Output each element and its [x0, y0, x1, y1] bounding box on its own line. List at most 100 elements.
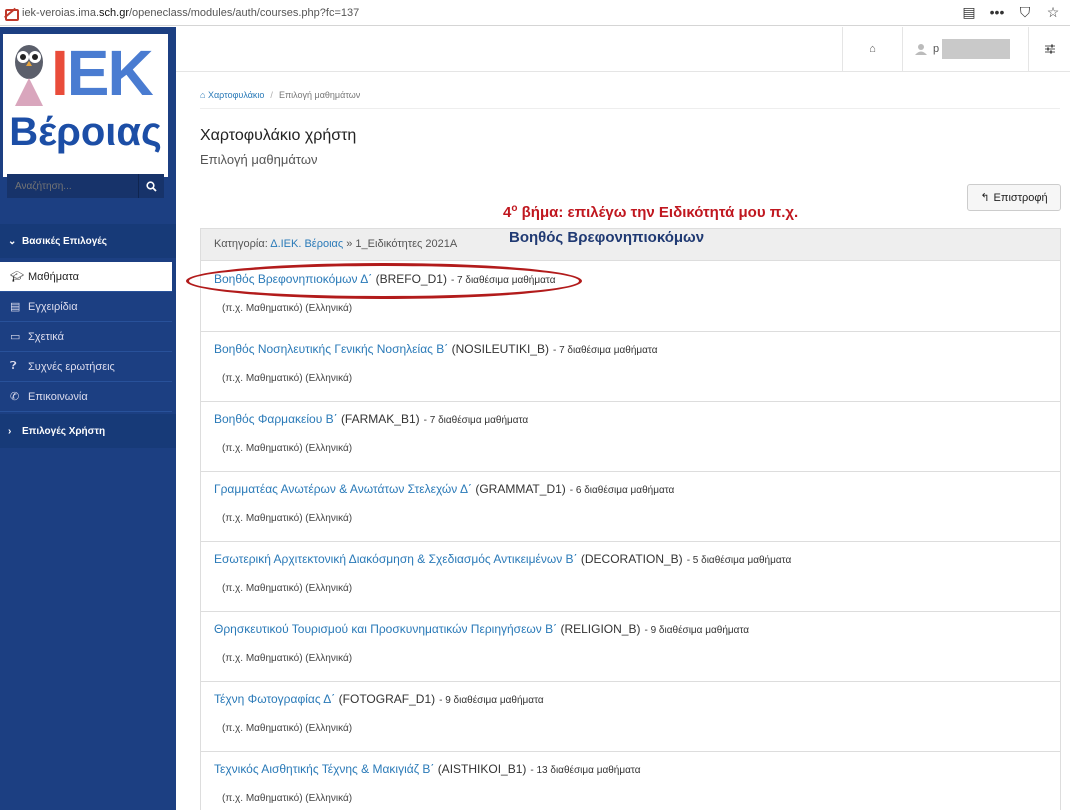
settings-button[interactable]: [1028, 27, 1070, 71]
logo-wordmark: IEK: [51, 37, 154, 109]
url-text[interactable]: iek-veroias.ima.sch.gr/openeclass/module…: [22, 7, 359, 19]
course-count: - 7 διαθέσιμα μαθήματα: [423, 415, 529, 426]
course-row: Εσωτερική Αρχιτεκτονική Διακόσμηση & Σχε…: [201, 542, 1060, 612]
course-count: - 6 διαθέσιμα μαθήματα: [569, 485, 675, 496]
category-link[interactable]: Δ.ΙΕΚ. Βέροιας: [270, 238, 343, 250]
menu-user-options[interactable]: › Επιλογές Χρήστη: [0, 414, 176, 448]
back-arrow-icon: ↰: [980, 192, 990, 204]
page-title: Χαρτοφυλάκιο χρήστη: [200, 127, 357, 144]
phone-icon: ✆: [10, 391, 20, 403]
sidebar-item-about[interactable]: ▭ Σχετικά: [0, 322, 172, 352]
course-count: - 13 διαθέσιμα μαθήματα: [530, 765, 641, 776]
course-title: Εσωτερική Αρχιτεκτονική Διακόσμηση & Σχε…: [214, 552, 791, 566]
course-link[interactable]: Τεχνικός Αισθητικής Τέχνης & Μακιγιάζ Β΄: [214, 762, 434, 776]
course-code: (FOTOGRAF_D1): [338, 692, 436, 706]
search-bar: [7, 174, 164, 198]
logo-city: Βέροιας: [9, 110, 162, 154]
course-link[interactable]: Βοηθός Φαρμακείου Β΄: [214, 412, 338, 426]
chevron-right-icon: ›: [8, 425, 12, 437]
back-button[interactable]: ↰ Επιστροφή: [967, 184, 1061, 211]
course-count: - 5 διαθέσιμα μαθήματα: [686, 555, 792, 566]
sidebar-item-courses[interactable]: 🎓︎ Μαθήματα: [0, 262, 172, 292]
course-title: Γραμματέας Ανωτέρων & Ανωτάτων Στελεχών …: [214, 482, 674, 496]
course-code: (DECORATION_B): [580, 552, 683, 566]
chevron-down-icon: ⌄: [8, 235, 17, 247]
course-link[interactable]: Εσωτερική Αρχιτεκτονική Διακόσμηση & Σχε…: [214, 552, 578, 566]
courses-panel: Κατηγορία: Δ.ΙΕΚ. Βέροιας » 1_Ειδικότητε…: [200, 228, 1061, 810]
sliders-icon: [1044, 44, 1055, 54]
question-icon: ❓︎: [10, 360, 17, 372]
card-icon: ▭: [10, 331, 21, 343]
breadcrumb-home[interactable]: ⌂ Χαρτοφυλάκιο: [200, 90, 264, 100]
user-initial: p: [933, 43, 940, 55]
course-title: Βοηθός Νοσηλευτικής Γενικής Νοσηλείας Β΄…: [214, 342, 658, 356]
breadcrumb: ⌂ Χαρτοφυλάκιο / Επιλογή μαθημάτων: [200, 90, 361, 100]
course-title: Βοηθός Βρεφονηπιοκόμων Δ΄ (BREFO_D1) - 7 …: [214, 272, 556, 286]
redacted-username: [942, 39, 1011, 59]
sidebar-item-manuals[interactable]: ▤ Εγχειρίδια: [0, 292, 172, 322]
top-bar: ⌂ p: [176, 27, 1070, 72]
course-link[interactable]: Γραμματέας Ανωτέρων & Ανωτάτων Στελεχών …: [214, 482, 472, 496]
search-button[interactable]: [138, 174, 164, 198]
course-meta: (π.χ. Μαθηματικό) (Ελληνικά): [222, 513, 353, 524]
menu-basic-options[interactable]: ⌄ Βασικές Επιλογές: [0, 224, 176, 258]
course-count: - 7 διαθέσιμα μαθήματα: [450, 275, 556, 286]
course-meta: (π.χ. Μαθηματικό) (Ελληνικά): [222, 583, 353, 594]
user-menu[interactable]: p: [902, 27, 1028, 71]
course-row: Βοηθός Φαρμακείου Β΄ (FARMAK_B1) - 7 διαθ…: [201, 402, 1060, 472]
course-title: Τεχνικός Αισθητικής Τέχνης & Μακιγιάζ Β΄…: [214, 762, 641, 776]
course-code: (GRAMMAT_D1): [475, 482, 566, 496]
course-row: Θρησκευτικού Τουρισμού και Προσκυνηματικ…: [201, 612, 1060, 682]
course-meta: (π.χ. Μαθηματικό) (Ελληνικά): [222, 723, 353, 734]
divider: [200, 108, 1060, 109]
course-row: Βοηθός Βρεφονηπιοκόμων Δ΄ (BREFO_D1) - 7 …: [201, 262, 1060, 332]
course-row: Τέχνη Φωτογραφίας Δ΄ (FOTOGRAF_D1) - 9 δι…: [201, 682, 1060, 752]
annotation-example: Βοηθός Βρεφονηπιοκόμων: [509, 229, 705, 246]
breadcrumb-current: Επιλογή μαθημάτων: [278, 90, 361, 100]
search-icon: [146, 180, 157, 192]
course-link[interactable]: Θρησκευτικού Τουρισμού και Προσκυνηματικ…: [214, 622, 557, 636]
course-row: Βοηθός Νοσηλευτικής Γενικής Νοσηλείας Β΄…: [201, 332, 1060, 402]
more-actions-icon[interactable]: •••: [988, 4, 1006, 20]
home-button[interactable]: ⌂: [842, 27, 902, 71]
course-link[interactable]: Τέχνη Φωτογραφίας Δ΄: [214, 692, 335, 706]
course-code: (BREFO_D1): [375, 272, 447, 286]
course-row: Τεχνικός Αισθητικής Τέχνης & Μακιγιάζ Β΄…: [201, 752, 1060, 810]
reader-view-icon[interactable]: ▤: [960, 4, 978, 20]
course-meta: (π.χ. Μαθηματικό) (Ελληνικά): [222, 373, 353, 384]
file-icon: ▤: [10, 301, 21, 313]
course-count: - 9 διαθέσιμα μαθήματα: [439, 695, 544, 706]
course-code: (NOSILEUTIKI_B): [451, 342, 549, 356]
sidebar: IEK Βέροιας ⌄ Βασικές Επιλογές 🎓︎ Μαθήμα…: [0, 27, 176, 810]
course-code: (FARMAK_B1): [340, 412, 420, 426]
bookmark-star-icon[interactable]: ☆: [1044, 4, 1062, 20]
home-icon: ⌂: [869, 43, 876, 55]
course-meta: (π.χ. Μαθηματικό) (Ελληνικά): [222, 303, 353, 314]
course-meta: (π.χ. Μαθηματικό) (Ελληνικά): [222, 793, 353, 804]
course-code: (AISTHIKOI_B1): [437, 762, 527, 776]
iek-logo[interactable]: IEK Βέροιας: [3, 34, 168, 177]
sidebar-item-faq[interactable]: ❓︎ Συχνές ερωτήσεις: [0, 352, 172, 382]
user-icon: [915, 44, 927, 55]
course-meta: (π.χ. Μαθηματικό) (Ελληνικά): [222, 653, 353, 664]
course-count: - 7 διαθέσιμα μαθήματα: [552, 345, 658, 356]
owl-icon: [15, 45, 43, 106]
insecure-lock-icon: [4, 7, 19, 21]
course-count: - 9 διαθέσιμα μαθήματα: [644, 625, 750, 636]
pocket-icon[interactable]: ⛉: [1016, 4, 1034, 20]
browser-url-bar[interactable]: iek-veroias.ima.sch.gr/openeclass/module…: [0, 0, 1070, 26]
course-link[interactable]: Βοηθός Βρεφονηπιοκόμων Δ΄: [214, 272, 372, 286]
main-content: ⌂ Χαρτοφυλάκιο / Επιλογή μαθημάτων Χαρτοφυ…: [200, 72, 1061, 810]
course-code: (RELIGION_B): [560, 622, 641, 636]
sidebar-item-contact[interactable]: ✆ Επικοινωνία: [0, 382, 172, 412]
course-title: Θρησκευτικού Τουρισμού και Προσκυνηματικ…: [214, 622, 749, 636]
graduation-cap-icon: 🎓︎: [10, 271, 24, 283]
search-input[interactable]: [7, 174, 138, 198]
course-title: Τέχνη Φωτογραφίας Δ΄ (FOTOGRAF_D1) - 9 δι…: [214, 692, 544, 706]
course-link[interactable]: Βοηθός Νοσηλευτικής Γενικής Νοσηλείας Β΄: [214, 342, 448, 356]
course-row: Γραμματέας Ανωτέρων & Ανωτάτων Στελεχών …: [201, 472, 1060, 542]
annotation-step: 4ο βήμα: επιλέγω την Ειδικότητά μου π.χ.: [503, 203, 799, 221]
home-icon: ⌂: [200, 90, 206, 100]
page-subtitle: Επιλογή μαθημάτων: [200, 152, 318, 167]
course-title: Βοηθός Φαρμακείου Β΄ (FARMAK_B1) - 7 διαθ…: [214, 412, 528, 426]
